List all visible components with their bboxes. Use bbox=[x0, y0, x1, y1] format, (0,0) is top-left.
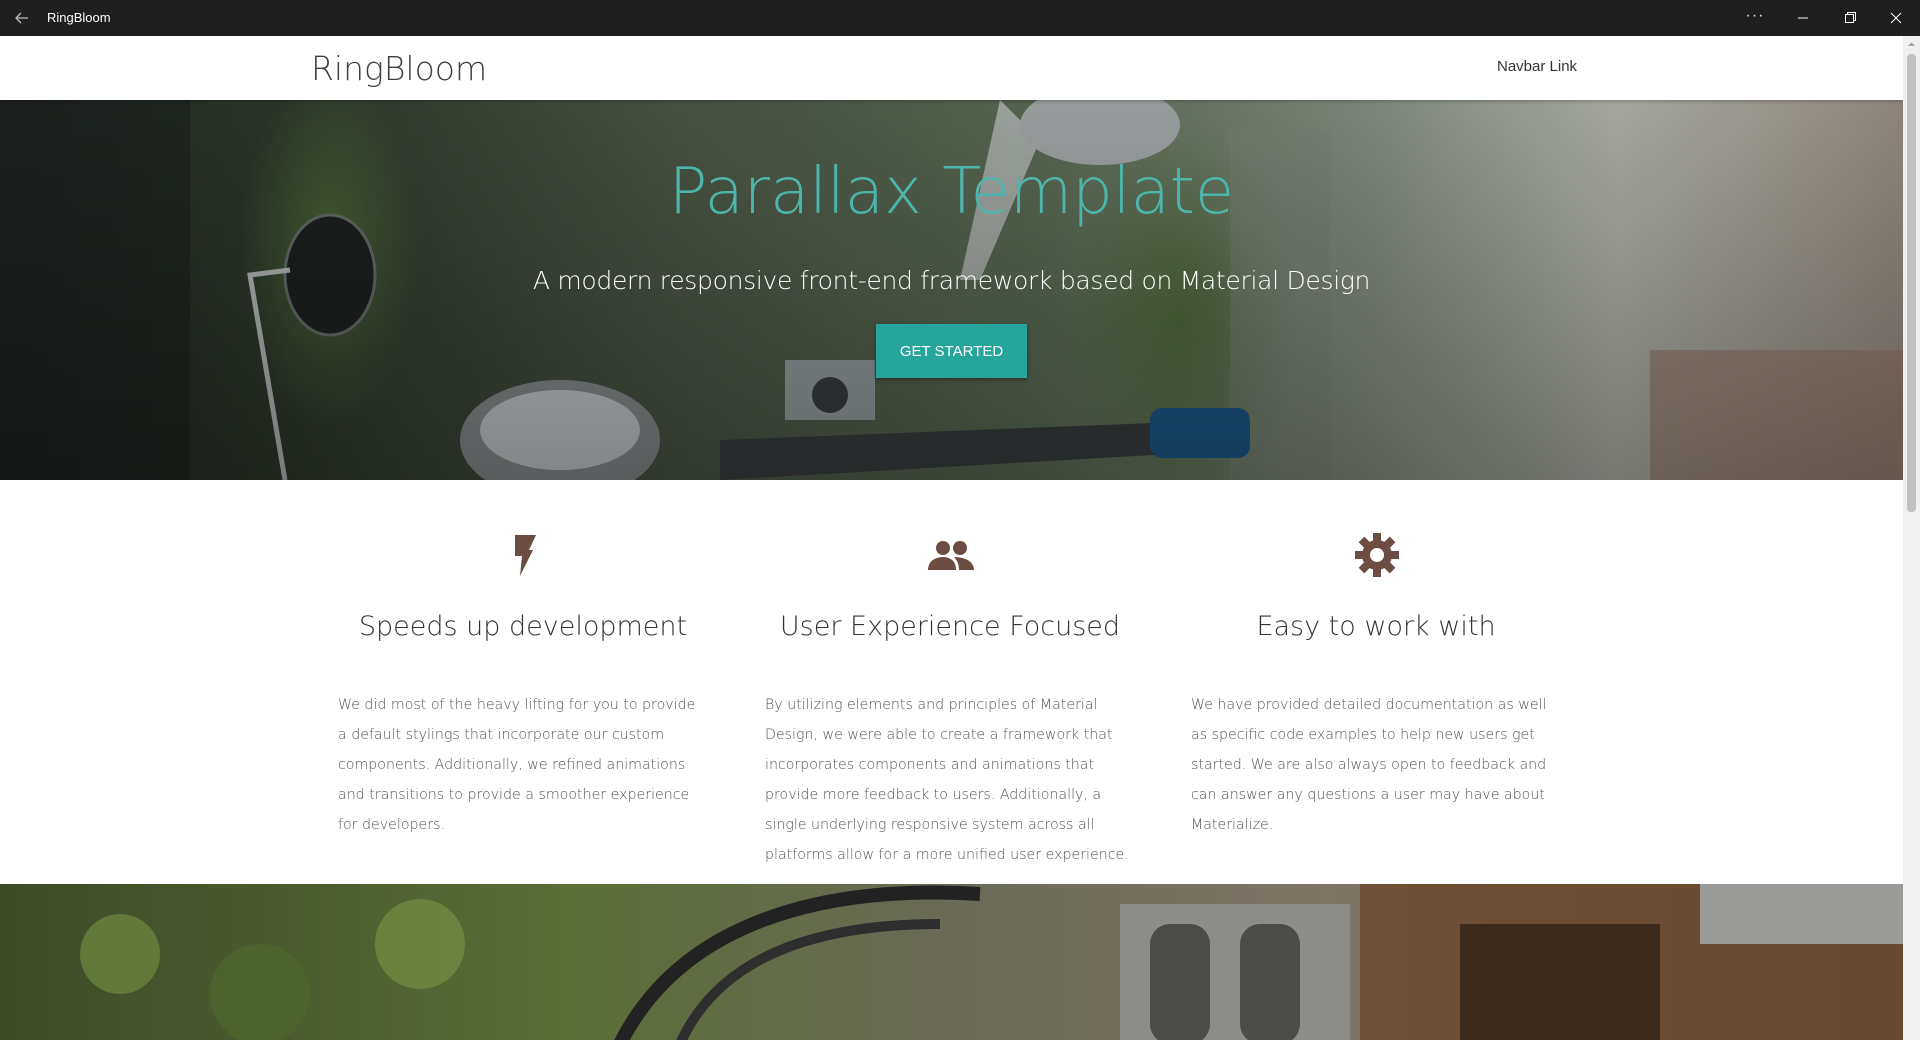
navbar-link[interactable]: Navbar Link bbox=[1497, 58, 1577, 75]
hero-title: Parallax Template bbox=[668, 155, 1235, 229]
bottom-background-image bbox=[0, 884, 1903, 1040]
parallax-image-bottom bbox=[0, 884, 1903, 1040]
feature-text: We have provided detailed documentation … bbox=[1191, 697, 1547, 833]
feature-title: Easy to work with bbox=[1256, 611, 1496, 642]
feature-text: By utilizing elements and principles of … bbox=[765, 697, 1129, 863]
scrollbar-thumb[interactable] bbox=[1907, 54, 1916, 512]
get-started-button[interactable]: GET STARTED bbox=[876, 324, 1027, 378]
restore-icon[interactable] bbox=[1827, 0, 1873, 36]
brand-logo[interactable]: RingBloom bbox=[311, 49, 487, 88]
hero-parallax: Parallax Template A modern responsive fr… bbox=[0, 100, 1903, 480]
window-title: RingBloom bbox=[47, 10, 111, 25]
back-arrow-icon[interactable] bbox=[10, 6, 34, 30]
feature-title: User Experience Focused bbox=[779, 611, 1121, 642]
feature-title: Speeds up development bbox=[358, 611, 688, 642]
settings-icon bbox=[1355, 533, 1399, 577]
window-titlebar: RingBloom ··· bbox=[0, 0, 1920, 36]
vertical-scrollbar[interactable] bbox=[1903, 36, 1920, 1040]
scroll-up-arrow-icon[interactable] bbox=[1903, 36, 1920, 53]
page-viewport: RingBloom Navbar Link Parallax Template … bbox=[0, 36, 1903, 1040]
features-section: Speeds up development We did most of the… bbox=[0, 480, 1903, 884]
hero-subtitle: A modern responsive front-end framework … bbox=[532, 266, 1371, 295]
more-options-button[interactable]: ··· bbox=[1730, 0, 1780, 36]
minimize-icon[interactable] bbox=[1780, 0, 1826, 36]
close-icon[interactable] bbox=[1873, 0, 1919, 36]
flash-icon bbox=[515, 535, 536, 576]
navbar: RingBloom Navbar Link bbox=[0, 36, 1903, 100]
feature-text: We did most of the heavy lifting for you… bbox=[338, 697, 696, 833]
group-icon bbox=[928, 541, 974, 570]
